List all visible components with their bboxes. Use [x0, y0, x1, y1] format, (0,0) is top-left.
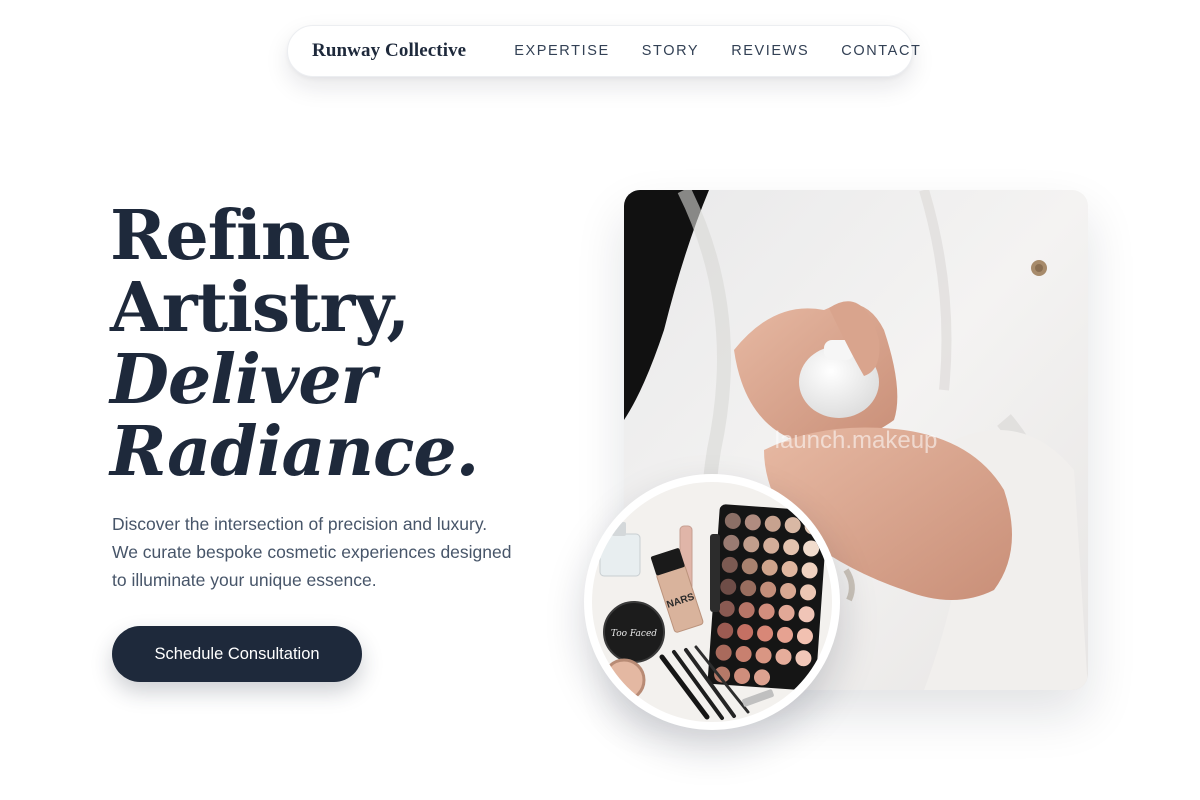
makeup-products-photo: NARS Too Faced	[592, 482, 832, 722]
hero-headline: Refine Artistry, Deliver Radiance.	[110, 200, 570, 488]
hero-description: Discover the intersection of precision a…	[112, 510, 572, 594]
schedule-consultation-button[interactable]: Schedule Consultation	[112, 626, 362, 682]
description-line-3: to illuminate your unique essence.	[112, 570, 377, 590]
nav-link-contact[interactable]: CONTACT	[841, 43, 921, 59]
headline-line-4: Radiance.	[110, 412, 479, 492]
description-line-2: We curate bespoke cosmetic experiences d…	[112, 542, 512, 562]
nav-link-reviews[interactable]: REVIEWS	[731, 43, 809, 59]
nav-link-story[interactable]: STORY	[642, 43, 699, 59]
hero-circle-image: NARS Too Faced	[584, 474, 840, 730]
compact-label: Too Faced	[611, 629, 657, 639]
brand-logo[interactable]: Runway Collective	[312, 40, 466, 62]
headline-line-1: Refine	[110, 196, 353, 276]
nav-link-expertise[interactable]: EXPERTISE	[514, 43, 610, 59]
top-nav: Runway Collective EXPERTISE STORY REVIEW…	[287, 25, 920, 77]
description-line-1: Discover the intersection of precision a…	[112, 514, 488, 534]
image-watermark: launch.makeup	[775, 427, 938, 454]
headline-line-3: Deliver	[110, 340, 377, 420]
headline-line-2: Artistry,	[110, 268, 410, 348]
circle-image-inner: NARS Too Faced	[592, 482, 832, 722]
nav-links: EXPERTISE STORY REVIEWS CONTACT	[514, 43, 921, 59]
